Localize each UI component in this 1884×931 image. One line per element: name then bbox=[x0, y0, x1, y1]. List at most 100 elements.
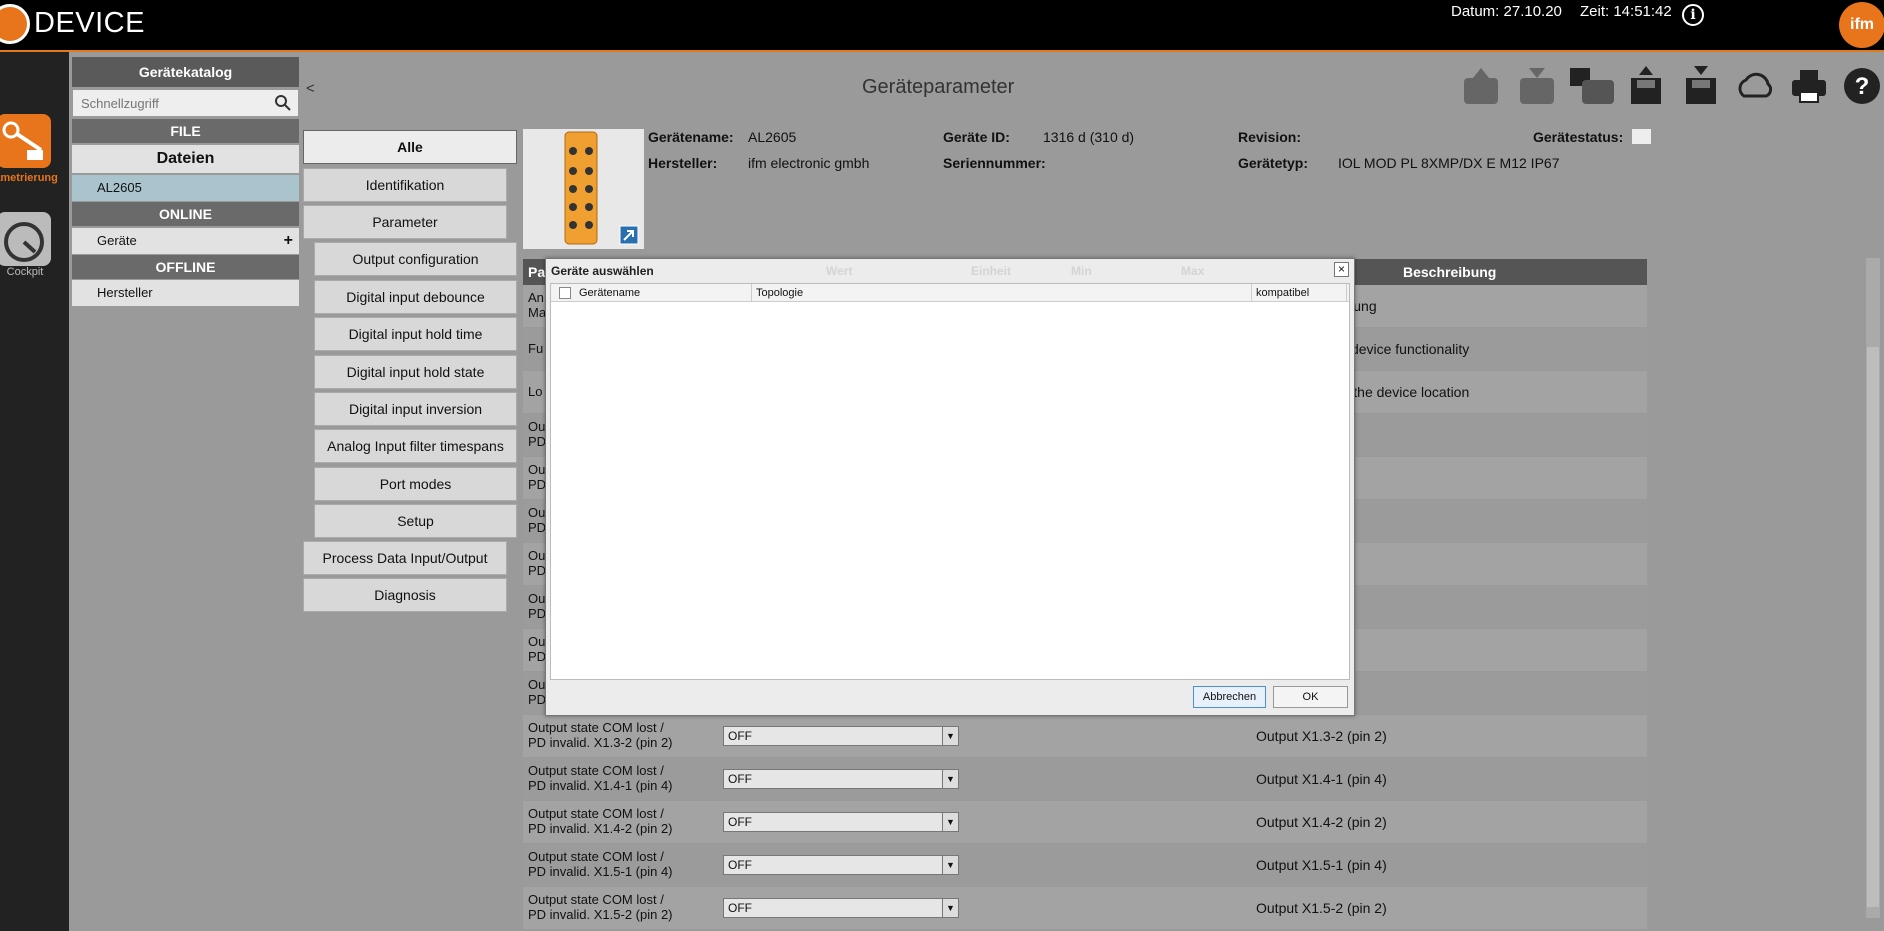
parameter-name-line: PD invalid. X1.4-1 (pin 4) bbox=[528, 778, 673, 793]
tab-parameter[interactable]: Parameter bbox=[303, 205, 507, 239]
section-online: ONLINE bbox=[72, 202, 299, 226]
table-row: Output state COM lost / PD invalid. X1.5-… bbox=[523, 887, 1647, 929]
value-dropdown[interactable]: OFF ▼ bbox=[723, 898, 959, 918]
table-row: Output state COM lost / PD invalid. X1.4-… bbox=[523, 801, 1647, 843]
plus-icon[interactable]: + bbox=[284, 228, 293, 254]
ok-button[interactable]: OK bbox=[1273, 686, 1348, 708]
download-iolink-icon[interactable] bbox=[1518, 66, 1556, 106]
section-file: FILE bbox=[72, 119, 299, 143]
parameter-name-line: Ma bbox=[528, 305, 547, 320]
parameter-name: Ou PD bbox=[528, 419, 546, 449]
dateien-header[interactable]: Dateien bbox=[72, 145, 299, 173]
cancel-button[interactable]: Abbrechen bbox=[1193, 686, 1266, 708]
print-icon[interactable] bbox=[1790, 66, 1828, 106]
parameter-name-line: Ou bbox=[528, 462, 546, 477]
collapse-sidebar-button[interactable]: < bbox=[306, 80, 315, 97]
info-icon[interactable]: i bbox=[1682, 4, 1704, 26]
faint-header: Min bbox=[1071, 264, 1092, 278]
serial-label: Seriennummer: bbox=[943, 155, 1046, 171]
parameter-name-line: PD invalid. X1.5-1 (pin 4) bbox=[528, 864, 673, 879]
parametrierung-icon[interactable] bbox=[0, 114, 51, 168]
col-kompatibel[interactable]: kompatibel bbox=[1256, 287, 1309, 299]
column-divider[interactable] bbox=[1251, 284, 1252, 302]
subtab-output-configuration[interactable]: Output configuration bbox=[314, 242, 517, 276]
search-box[interactable] bbox=[72, 89, 299, 117]
faint-header: Wert bbox=[826, 264, 853, 278]
parameter-name-line: Ou bbox=[528, 591, 546, 606]
search-input[interactable] bbox=[79, 93, 269, 113]
ifm-logo: ifm bbox=[1839, 2, 1884, 48]
multi-iolink-icon[interactable] bbox=[1568, 66, 1616, 106]
parameter-name-line: Ou bbox=[528, 505, 546, 520]
cockpit-gauge-icon[interactable] bbox=[0, 212, 51, 266]
scrollbar-thumb[interactable] bbox=[1867, 347, 1879, 907]
manufacturer-value: ifm electronic gmbh bbox=[748, 155, 870, 171]
tab-identifikation[interactable]: Identifikation bbox=[303, 168, 507, 202]
value-dropdown[interactable]: OFF ▼ bbox=[723, 726, 959, 746]
offline-manufacturer-item[interactable]: Hersteller bbox=[72, 280, 299, 306]
chevron-down-icon[interactable]: ▼ bbox=[942, 727, 958, 745]
subtab-port-modes[interactable]: Port modes bbox=[314, 467, 517, 501]
device-status-indicator bbox=[1631, 128, 1652, 145]
subtab-digital-input-hold-time[interactable]: Digital input hold time bbox=[314, 317, 517, 351]
chevron-down-icon[interactable]: ▼ bbox=[942, 899, 958, 917]
chevron-down-icon[interactable]: ▼ bbox=[942, 770, 958, 788]
save-download-icon[interactable] bbox=[1682, 66, 1720, 106]
background-column-headers: Wert Einheit Min Max bbox=[546, 264, 1346, 278]
parameter-name: Output state COM lost / PD invalid. X1.4-… bbox=[528, 806, 673, 836]
help-icon[interactable]: ? bbox=[1843, 66, 1881, 106]
select-all-checkbox[interactable] bbox=[559, 287, 571, 299]
parameter-name-line: Output state COM lost / bbox=[528, 720, 664, 735]
tab-diagnosis[interactable]: Diagnosis bbox=[303, 578, 507, 612]
cockpit-label[interactable]: Cockpit bbox=[5, 266, 45, 278]
dialog-title: Geräte auswählen bbox=[551, 264, 654, 278]
tab-process-data[interactable]: Process Data Input/Output bbox=[303, 541, 507, 575]
cloud-sync-icon[interactable] bbox=[1736, 66, 1774, 106]
search-icon[interactable] bbox=[274, 94, 292, 112]
device-type-label: Gerätetyp: bbox=[1238, 155, 1309, 171]
subtab-digital-input-debounce[interactable]: Digital input debounce bbox=[314, 280, 517, 314]
parameter-name-line: An bbox=[528, 290, 544, 305]
col-geraetename[interactable]: Gerätename bbox=[579, 287, 640, 299]
subtab-digital-input-hold-state[interactable]: Digital input hold state bbox=[314, 355, 517, 389]
parameter-name: Ou PD bbox=[528, 677, 546, 707]
col-topologie[interactable]: Topologie bbox=[756, 287, 803, 299]
parameter-name: Output state COM lost / PD invalid. X1.4-… bbox=[528, 763, 673, 793]
parameter-name-line: Ou bbox=[528, 419, 546, 434]
file-item-al2605[interactable]: AL2605 bbox=[72, 175, 299, 201]
column-divider[interactable] bbox=[1346, 284, 1347, 302]
chevron-down-icon[interactable]: ▼ bbox=[942, 813, 958, 831]
chevron-down-icon[interactable]: ▼ bbox=[942, 856, 958, 874]
dropdown-value: OFF bbox=[728, 772, 752, 786]
parameter-name-line: PD bbox=[528, 649, 547, 664]
save-upload-icon[interactable] bbox=[1627, 66, 1665, 106]
app-name: DEVICE bbox=[34, 7, 145, 39]
value-dropdown[interactable]: OFF ▼ bbox=[723, 769, 959, 789]
value-dropdown[interactable]: OFF ▼ bbox=[723, 855, 959, 875]
parameter-name-line: Ou bbox=[528, 548, 546, 563]
parameter-name: Ou PD bbox=[528, 591, 546, 621]
device-list-header: Gerätename Topologie kompatibel bbox=[551, 284, 1349, 302]
tab-alle[interactable]: Alle bbox=[303, 130, 517, 164]
col-beschreibung: Beschreibung bbox=[1403, 264, 1497, 280]
close-icon[interactable]: × bbox=[1334, 262, 1349, 277]
upload-iolink-icon[interactable] bbox=[1462, 66, 1500, 106]
manufacturer-label: Hersteller: bbox=[648, 155, 718, 171]
parameter-name-line: Output state COM lost / bbox=[528, 892, 664, 907]
device-type-value: IOL MOD PL 8XMP/DX E M12 IP67 bbox=[1338, 155, 1560, 171]
table-row: Output state COM lost / PD invalid. X1.3-… bbox=[523, 715, 1647, 757]
online-devices-item[interactable]: Geräte + bbox=[72, 228, 299, 254]
parameter-name: Ou PD bbox=[528, 548, 546, 578]
parameter-name-line: Output state COM lost / bbox=[528, 849, 664, 864]
column-divider[interactable] bbox=[751, 284, 752, 302]
parameter-name: Output state COM lost / PD invalid. X1.5-… bbox=[528, 849, 673, 879]
subtab-analog-input-filter[interactable]: Analog Input filter timespans bbox=[314, 429, 517, 463]
value-dropdown[interactable]: OFF ▼ bbox=[723, 812, 959, 832]
parametrierung-label[interactable]: rametrierung bbox=[0, 172, 70, 184]
subtab-digital-input-inversion[interactable]: Digital input inversion bbox=[314, 392, 517, 426]
subtab-setup[interactable]: Setup bbox=[314, 504, 517, 538]
parameter-name-line: PD bbox=[528, 563, 547, 578]
parameter-description: Output X1.5-2 (pin 2) bbox=[1256, 900, 1387, 916]
device-list[interactable]: Gerätename Topologie kompatibel bbox=[550, 283, 1350, 680]
dropdown-value: OFF bbox=[728, 815, 752, 829]
